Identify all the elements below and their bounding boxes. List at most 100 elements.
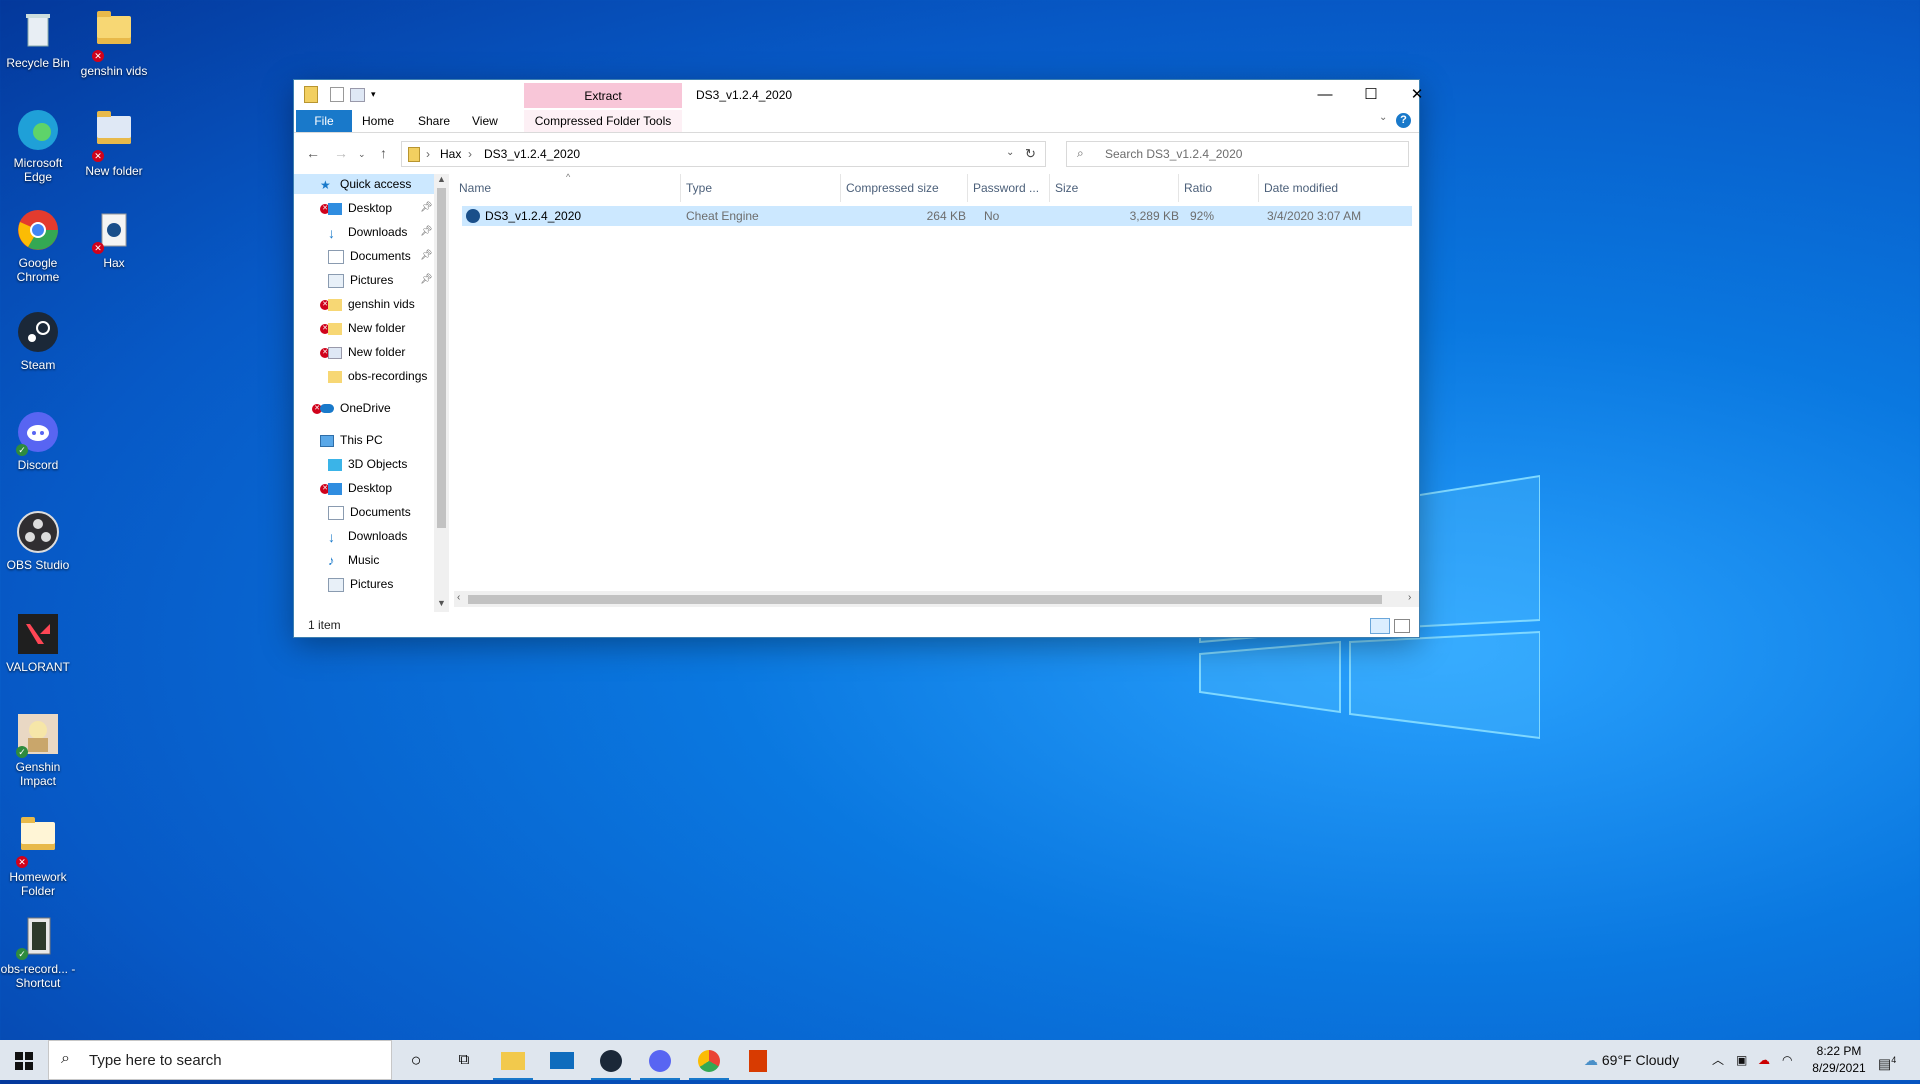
scrollbar-thumb[interactable] xyxy=(468,595,1382,604)
recent-locations-icon[interactable]: ⌄ xyxy=(358,149,366,160)
nav-quick-access[interactable]: ★ Quick access xyxy=(294,174,434,194)
nav-item-pictures[interactable]: Pictures 📌︎ xyxy=(328,270,433,290)
column-header-size[interactable]: Size xyxy=(1050,174,1179,202)
desktop-icon-genshin[interactable]: ✓ Genshin Impact xyxy=(0,712,76,788)
meet-now-icon[interactable]: ▣ xyxy=(1736,1040,1747,1080)
nav-onedrive[interactable]: ✕ OneDrive xyxy=(312,398,391,418)
nav-item-documents[interactable]: Documents 📌︎ xyxy=(328,246,433,266)
nav-item-new-folder[interactable]: ✕ New folder xyxy=(320,318,405,338)
taskbar-steam[interactable] xyxy=(587,1040,635,1080)
cloud-icon: ☁ xyxy=(1584,1052,1598,1068)
pin-icon: 📌︎ xyxy=(420,202,433,213)
cortana-icon[interactable]: ○ xyxy=(392,1040,440,1080)
taskbar-discord[interactable] xyxy=(636,1040,684,1080)
window-title: DS3_v1.2.4_2020 xyxy=(696,88,793,102)
column-header-date-modified[interactable]: Date modified xyxy=(1259,174,1419,202)
tab-file[interactable]: File xyxy=(296,110,352,132)
horizontal-scrollbar[interactable]: ‹ › xyxy=(454,591,1419,607)
sync-error-icon: ✕ xyxy=(92,242,104,254)
table-row[interactable]: DS3_v1.2.4_2020 Cheat Engine 264 KB No 3… xyxy=(462,206,1412,226)
nav-item-downloads[interactable]: ↓ Downloads 📌︎ xyxy=(328,222,433,242)
properties-icon[interactable] xyxy=(330,87,344,102)
scrollbar-thumb[interactable] xyxy=(437,188,446,528)
nav-pc-music[interactable]: ♪ Music xyxy=(328,550,379,570)
nav-pc-downloads[interactable]: ↓ Downloads xyxy=(328,526,407,546)
taskbar: ⌕ Type here to search ○ ⧉ ☁ 69°F Cloudy … xyxy=(0,1040,1920,1080)
tab-home[interactable]: Home xyxy=(354,110,402,132)
desktop-icon-recycle-bin[interactable]: Recycle Bin xyxy=(0,8,76,70)
back-arrow-icon[interactable]: ← xyxy=(306,145,320,161)
start-button[interactable] xyxy=(0,1040,48,1080)
address-bar[interactable]: › Hax › DS3_v1.2.4_2020 ⌄ xyxy=(401,141,1046,167)
nav-pc-pictures[interactable]: Pictures xyxy=(328,574,393,594)
column-header-ratio[interactable]: Ratio xyxy=(1179,174,1259,202)
nav-item-obs-recordings[interactable]: obs-recordings xyxy=(328,366,427,386)
star-icon: ★ xyxy=(320,177,331,192)
clock[interactable]: 8:22 PM 8/29/2021 xyxy=(1808,1043,1870,1077)
breadcrumb-current[interactable]: DS3_v1.2.4_2020 xyxy=(484,147,580,161)
onedrive-error-icon[interactable]: ☁ xyxy=(1758,1040,1770,1080)
desktop-icon-chrome[interactable]: Google Chrome xyxy=(0,208,76,284)
scroll-up-icon[interactable]: ▲ xyxy=(437,174,446,184)
desktop-icon-steam[interactable]: Steam xyxy=(0,310,76,372)
help-icon[interactable]: ? xyxy=(1396,113,1411,128)
nav-pc-documents[interactable]: Documents xyxy=(328,502,411,522)
taskbar-file-explorer[interactable] xyxy=(489,1040,537,1080)
address-dropdown-icon[interactable]: ⌄ xyxy=(1006,147,1014,158)
desktop-icon-obs-shortcut[interactable]: ✓ obs-record... - Shortcut xyxy=(0,914,76,990)
desktop-icon-valorant[interactable]: VALORANT xyxy=(0,612,76,674)
weather-widget[interactable]: ☁ 69°F Cloudy xyxy=(1584,1040,1679,1080)
desktop-icon-discord[interactable]: ✓ Discord xyxy=(0,410,76,472)
expand-ribbon-icon[interactable]: ⌄ xyxy=(1379,112,1387,123)
network-icon[interactable]: ◠ xyxy=(1782,1040,1792,1080)
nav-pc-desktop[interactable]: ✕ Desktop xyxy=(320,478,392,498)
tab-compressed-folder-tools[interactable]: Compressed Folder Tools xyxy=(524,110,682,132)
search-input[interactable]: ⌕ Search DS3_v1.2.4_2020 xyxy=(1066,141,1409,167)
column-header-type[interactable]: Type xyxy=(681,174,841,202)
desktop-icon-edge[interactable]: Microsoft Edge xyxy=(0,108,76,184)
tab-view[interactable]: View xyxy=(464,110,506,132)
taskbar-mail[interactable] xyxy=(538,1040,586,1080)
breadcrumb-hax[interactable]: Hax xyxy=(440,147,461,161)
desktop-icon-hax[interactable]: ✕ Hax xyxy=(76,208,152,270)
minimize-button[interactable]: — xyxy=(1302,80,1348,110)
nav-item-genshin-vids[interactable]: ✕ genshin vids xyxy=(320,294,415,314)
extract-context-tab[interactable]: Extract xyxy=(524,83,682,108)
task-view-icon[interactable]: ⧉ xyxy=(440,1040,488,1080)
valorant-icon xyxy=(16,612,60,656)
customize-qat-icon[interactable]: ▾ xyxy=(371,89,376,100)
action-center-icon[interactable]: ▤4 xyxy=(1878,1040,1896,1080)
column-header-password[interactable]: Password ... xyxy=(968,174,1050,202)
computer-icon xyxy=(320,434,334,447)
taskbar-search-input[interactable]: ⌕ Type here to search xyxy=(48,1040,392,1080)
desktop-icon-obs[interactable]: OBS Studio xyxy=(0,510,76,572)
cheat-engine-icon xyxy=(466,209,480,223)
new-folder-icon[interactable] xyxy=(350,87,365,102)
scroll-down-icon[interactable]: ▼ xyxy=(437,598,446,608)
taskbar-office[interactable] xyxy=(734,1040,782,1080)
refresh-icon[interactable]: ↻ xyxy=(1025,146,1036,162)
desktop-icon-new-folder[interactable]: ✕ New folder xyxy=(76,108,152,178)
maximize-button[interactable]: ☐ xyxy=(1348,80,1394,110)
desktop-icon-genshin-vids[interactable]: ✕ genshin vids xyxy=(76,8,152,78)
desktop-icon-homework-folder[interactable]: ✕ Homework Folder xyxy=(0,814,76,898)
up-arrow-icon[interactable]: ↑ xyxy=(380,145,387,161)
zip-folder-icon xyxy=(304,86,318,103)
nav-item-new-folder-2[interactable]: ✕ New folder xyxy=(320,342,405,362)
scroll-right-icon[interactable]: › xyxy=(1408,592,1411,603)
forward-arrow-icon[interactable]: → xyxy=(334,145,348,161)
details-view-icon[interactable] xyxy=(1370,618,1390,634)
large-icons-view-icon[interactable] xyxy=(1394,619,1410,633)
close-button[interactable]: ✕ xyxy=(1394,80,1440,110)
navigation-scrollbar[interactable]: ▲ ▼ xyxy=(434,174,449,612)
taskbar-chrome[interactable] xyxy=(685,1040,733,1080)
column-header-compressed-size[interactable]: Compressed size xyxy=(841,174,968,202)
show-hidden-icons-chevron-icon[interactable]: ︿ xyxy=(1712,1040,1724,1080)
tab-share[interactable]: Share xyxy=(410,110,458,132)
nav-pc-3d-objects[interactable]: 3D Objects xyxy=(328,454,407,474)
scroll-left-icon[interactable]: ‹ xyxy=(457,592,460,603)
desktop-icon-label: OBS Studio xyxy=(6,558,70,572)
steam-icon xyxy=(600,1049,622,1072)
nav-item-desktop[interactable]: ✕ Desktop 📌︎ xyxy=(320,198,433,218)
nav-this-pc[interactable]: This PC xyxy=(320,430,383,450)
